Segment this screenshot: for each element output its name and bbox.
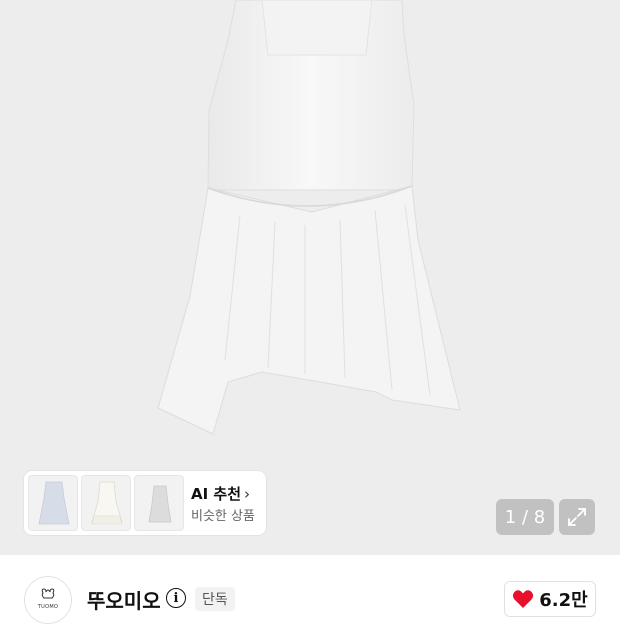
heart-icon — [513, 590, 534, 608]
thumbnail-white-ruffle-dress[interactable] — [81, 475, 131, 531]
chevron-right-icon: › — [244, 485, 251, 503]
thumbnail-gray-slip-dress[interactable] — [134, 475, 184, 531]
brand-logo-glyph-icon — [41, 588, 55, 599]
brand-logo-text: TUOMO — [37, 604, 59, 610]
expand-icon — [568, 508, 586, 526]
expand-image-button[interactable] — [559, 499, 595, 535]
like-button[interactable]: 6.2만 — [504, 581, 596, 617]
info-icon[interactable]: i — [166, 588, 186, 608]
brand-name[interactable]: 뚜오미오 — [87, 585, 161, 614]
exclusive-badge: 단독 — [195, 587, 235, 611]
ai-recommend-card[interactable]: AI 추천 › 비슷한 상품 — [24, 471, 266, 535]
brand-logo[interactable]: TUOMO — [24, 576, 72, 624]
like-count: 6.2만 — [539, 590, 588, 611]
ai-recommend-title: AI 추천 › — [191, 485, 251, 503]
ai-recommend-subtitle: 비슷한 상품 — [191, 509, 255, 524]
image-page-indicator: 1 / 8 — [496, 499, 554, 535]
thumbnail-blue-dress[interactable] — [28, 475, 78, 531]
